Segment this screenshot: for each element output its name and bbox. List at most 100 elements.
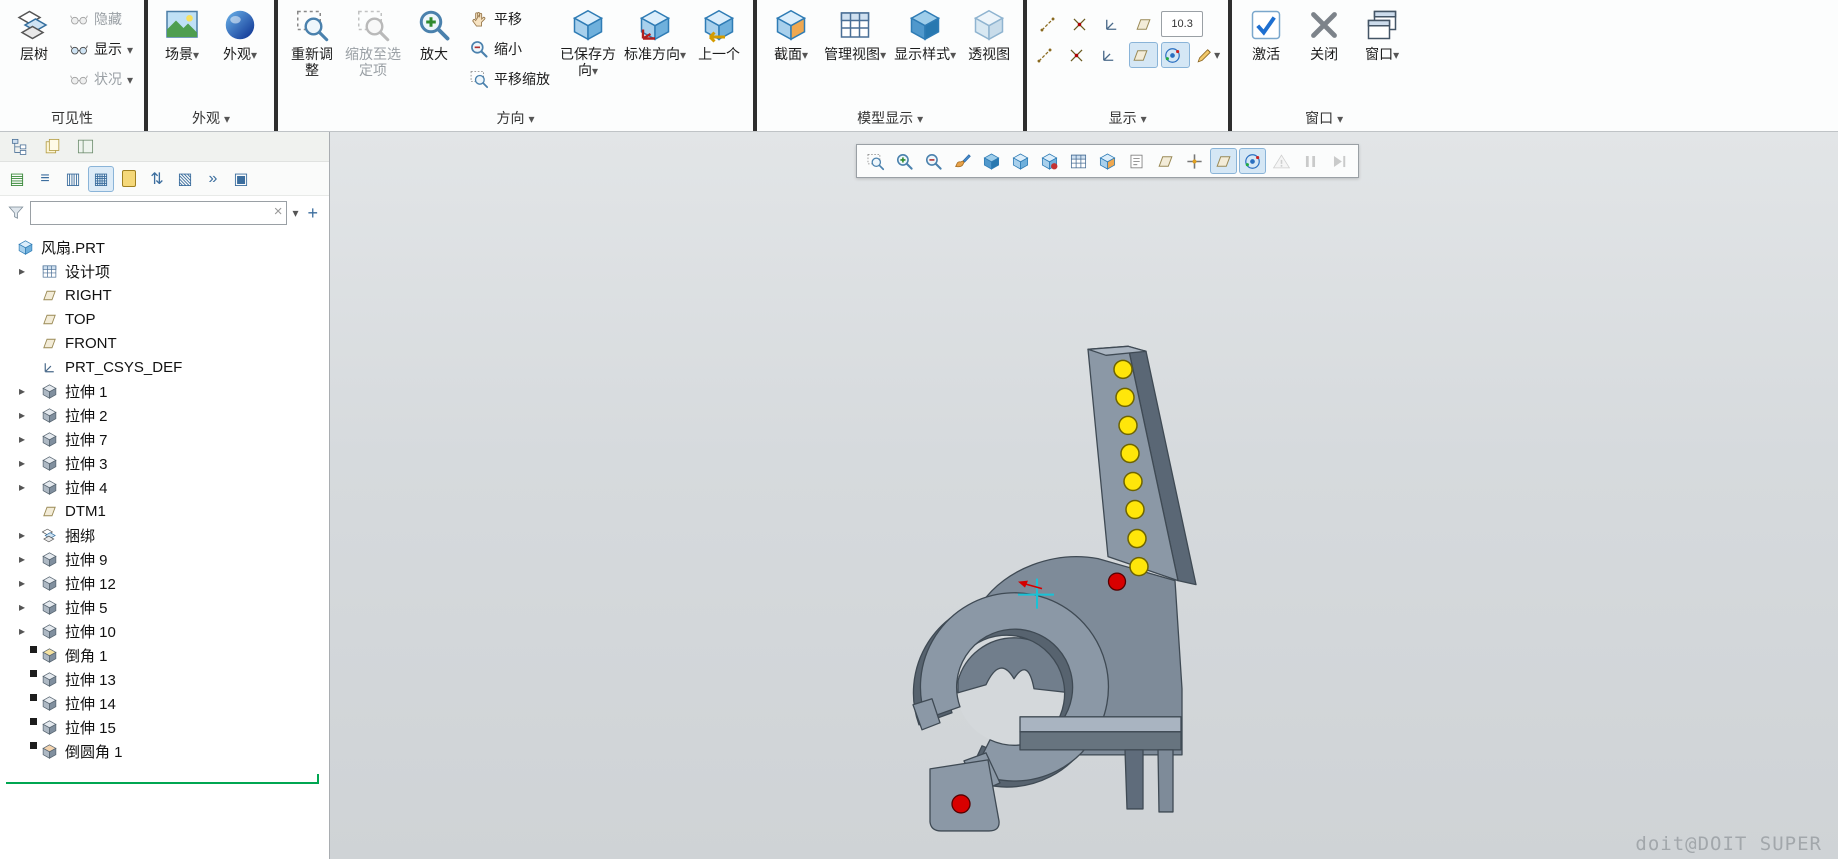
datum-point-display-button[interactable] <box>1065 11 1094 37</box>
zoom-to-selected-button[interactable]: 缩放至选 定项 <box>342 3 404 78</box>
resume-button[interactable] <box>1326 148 1353 174</box>
panel-icon[interactable] <box>76 137 95 156</box>
tree-item[interactable]: ▸ 拉伸 9 <box>0 547 329 571</box>
refit-button[interactable]: 重新调 整 <box>284 3 340 78</box>
scene-button[interactable]: 场景 <box>154 3 210 63</box>
datum-plane-display-button[interactable] <box>1129 11 1158 37</box>
view-manager-button[interactable] <box>1065 148 1092 174</box>
filter-clear-icon[interactable]: × <box>274 203 283 220</box>
tree-item[interactable]: ▸ 拉伸 15 <box>0 715 329 739</box>
expand-arrow-icon[interactable]: ▸ <box>14 624 30 638</box>
warning-button[interactable] <box>1268 148 1295 174</box>
zoom-out-button[interactable]: 缩小 <box>464 36 555 62</box>
expand-arrow-icon[interactable]: ▸ <box>14 408 30 422</box>
spin-center-button[interactable] <box>1239 148 1266 174</box>
pan-zoom-button[interactable]: 平移缩放 <box>464 66 555 92</box>
tree-item[interactable]: ▸ 拉伸 13 <box>0 667 329 691</box>
expand-arrow-icon[interactable]: ▸ <box>14 384 30 398</box>
tree-display-button[interactable]: ▤ <box>4 166 30 192</box>
columns-view-button[interactable]: ▥ <box>60 166 86 192</box>
tree-item[interactable]: ▸ 倒角 1 <box>0 643 329 667</box>
standard-orientation-button[interactable]: 标准方向 <box>621 3 689 63</box>
expand-arrow-icon[interactable]: ▸ <box>14 552 30 566</box>
tree-item[interactable]: ▸ 拉伸 1 <box>0 379 329 403</box>
3d-model-view[interactable] <box>330 132 1838 859</box>
activate-button[interactable]: 激活 <box>1238 3 1294 62</box>
expand-arrow-icon[interactable]: ▸ <box>14 432 30 446</box>
clipboard-button[interactable] <box>116 166 142 192</box>
repaint-button[interactable] <box>949 148 976 174</box>
annotation-display-button[interactable] <box>1123 148 1150 174</box>
status-button[interactable]: 状况 <box>64 66 138 92</box>
zoom-out-button[interactable] <box>920 148 947 174</box>
section-button[interactable] <box>1094 148 1121 174</box>
tree-item[interactable]: ▸ TOP <box>0 307 329 331</box>
settings-list-button[interactable]: ▣ <box>228 166 254 192</box>
windows-button[interactable]: 窗口 <box>1354 3 1410 63</box>
pause-button[interactable] <box>1297 148 1324 174</box>
datum-axis-display-button[interactable] <box>1033 11 1062 37</box>
hide-button[interactable]: 隐藏 <box>64 6 138 32</box>
perspective-button[interactable]: 透视图 <box>961 3 1017 62</box>
close-window-button[interactable]: 关闭 <box>1296 3 1352 62</box>
tree-item[interactable]: ▸ 拉伸 10 <box>0 619 329 643</box>
previous-view-button[interactable]: 上一个 <box>691 3 747 62</box>
display-style-button[interactable]: 显示样式 <box>891 3 959 63</box>
refit-button[interactable] <box>862 148 889 174</box>
group-label-model-display[interactable]: 模型显示 <box>757 104 1023 131</box>
filter-columns-button[interactable]: ▧ <box>172 166 198 192</box>
group-label-orientation[interactable]: 方向 <box>278 104 753 131</box>
shaded-view-button[interactable] <box>978 148 1005 174</box>
display-style-button[interactable] <box>1007 148 1034 174</box>
sort-button[interactable]: ⇅ <box>144 166 170 192</box>
tree-item[interactable]: ▸ PRT_CSYS_DEF <box>0 355 329 379</box>
manage-views-button[interactable]: 管理视图 <box>821 3 889 63</box>
expand-arrow-icon[interactable]: ▸ <box>14 576 30 590</box>
tree-item[interactable]: ▸ 倒圆角 1 <box>0 739 329 763</box>
tree-item[interactable]: ▸ 拉伸 5 <box>0 595 329 619</box>
group-label-window[interactable]: 窗口 <box>1232 104 1416 131</box>
csys-tag-display-button[interactable] <box>1097 42 1126 68</box>
point-tag-display-button[interactable] <box>1065 42 1094 68</box>
expand-arrow-icon[interactable]: ▸ <box>14 600 30 614</box>
filter-dropdown-icon[interactable] <box>292 204 298 222</box>
tree-item[interactable]: ▸ RIGHT <box>0 283 329 307</box>
plane-tag-display-button[interactable] <box>1129 42 1158 68</box>
axis-tag-display-button[interactable] <box>1033 42 1062 68</box>
zoom-in-button[interactable]: 放大 <box>406 3 462 62</box>
tree-item[interactable]: ▸ 风扇.PRT <box>0 235 329 259</box>
overflow-button[interactable]: » <box>200 166 226 192</box>
saved-orientations-button[interactable]: 已保存方 向 <box>557 3 619 79</box>
expand-arrow-icon[interactable]: ▸ <box>14 528 30 542</box>
datum-csys-display-button[interactable] <box>1097 11 1126 37</box>
saved-orientations-button[interactable] <box>1036 148 1063 174</box>
group-label-show[interactable]: 显示 <box>1027 104 1228 131</box>
spin-center-display-button[interactable] <box>1161 42 1190 68</box>
dimension-display-button[interactable]: 10.3 <box>1161 11 1203 37</box>
tree-item[interactable]: ▸ 拉伸 12 <box>0 571 329 595</box>
tree-filter-input[interactable] <box>30 201 287 225</box>
group-label-visibility[interactable]: 可见性 <box>0 104 144 131</box>
annotation-style-button[interactable] <box>1193 42 1222 68</box>
datum-display-button[interactable] <box>1152 148 1179 174</box>
tree-item[interactable]: ▸ 拉伸 4 <box>0 475 329 499</box>
appearance-button[interactable]: 外观 <box>212 3 268 63</box>
insert-locator[interactable] <box>6 772 319 784</box>
group-label-appearance[interactable]: 外观 <box>148 104 274 131</box>
list-view-button[interactable]: ≡ <box>32 166 58 192</box>
show-button[interactable]: 显示 <box>64 36 138 62</box>
tree-item[interactable]: ▸ 拉伸 7 <box>0 427 329 451</box>
tree-item[interactable]: ▸ 拉伸 3 <box>0 451 329 475</box>
model-fan-part[interactable] <box>913 346 1196 831</box>
section-button[interactable]: 截面 <box>763 3 819 63</box>
tree-item[interactable]: ▸ 拉伸 2 <box>0 403 329 427</box>
table-view-button[interactable]: ▦ <box>88 166 114 192</box>
expand-arrow-icon[interactable]: ▸ <box>14 456 30 470</box>
datum-display-filters-button[interactable] <box>1210 148 1237 174</box>
tree-item[interactable]: ▸ 设计项 <box>0 259 329 283</box>
layer-tree-button[interactable]: 层树 <box>6 3 62 62</box>
tree-item[interactable]: ▸ DTM1 <box>0 499 329 523</box>
expand-arrow-icon[interactable]: ▸ <box>14 264 30 278</box>
zoom-in-button[interactable] <box>891 148 918 174</box>
sheets-icon[interactable] <box>43 137 62 156</box>
